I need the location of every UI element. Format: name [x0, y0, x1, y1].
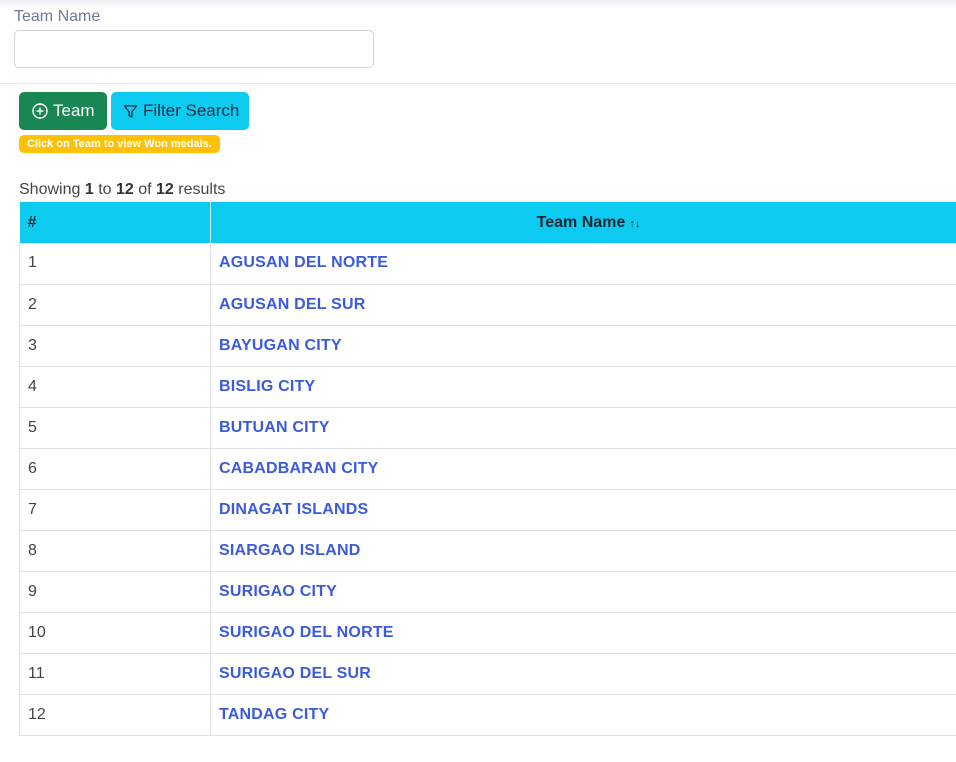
summary-prefix: Showing	[19, 181, 81, 198]
table-row: 9 SURIGAO CITY	[19, 571, 956, 613]
row-team-cell: CABADBARAN CITY	[210, 448, 956, 490]
row-number: 11	[19, 653, 211, 695]
sort-icon[interactable]: ↑↓	[629, 218, 640, 230]
summary-of-word: of	[138, 181, 152, 198]
row-number: 1	[19, 243, 211, 285]
team-name-label: Team Name	[14, 8, 101, 25]
team-link[interactable]: BISLIG CITY	[219, 378, 315, 395]
row-team-cell: DINAGAT ISLANDS	[210, 489, 956, 531]
team-link[interactable]: BAYUGAN CITY	[219, 337, 342, 354]
team-name-input[interactable]	[14, 30, 374, 68]
summary-suffix: results	[178, 181, 226, 198]
column-header-team-name-label: Team Name	[536, 213, 626, 231]
column-header-number-label: #	[27, 213, 37, 231]
row-number: 2	[19, 284, 211, 326]
teams-table: # Team Name ↑↓ 1 AGUSAN DEL NORTE 2 AGUSAN D…	[19, 202, 956, 736]
summary-from: 1	[84, 181, 94, 198]
table-row: 8 SIARGAO ISLAND	[19, 530, 956, 572]
row-number: 3	[19, 325, 211, 367]
table-header-row: # Team Name ↑↓	[19, 202, 956, 243]
summary-total: 12	[156, 181, 174, 198]
add-team-button[interactable]: Team	[19, 92, 107, 130]
divider	[0, 83, 956, 84]
team-link[interactable]: DINAGAT ISLANDS	[219, 501, 368, 518]
row-number: 10	[19, 612, 211, 654]
column-header-number[interactable]: #	[19, 202, 211, 243]
table-row: 5 BUTUAN CITY	[19, 407, 956, 449]
team-link[interactable]: AGUSAN DEL SUR	[219, 296, 366, 313]
row-team-cell: BAYUGAN CITY	[210, 325, 956, 367]
column-header-team-name[interactable]: Team Name ↑↓	[210, 202, 956, 243]
row-number: 12	[19, 694, 211, 736]
summary-to: 12	[115, 181, 134, 198]
table-row: 4 BISLIG CITY	[19, 366, 956, 408]
summary-to-word: to	[98, 181, 112, 198]
top-shadow	[0, 0, 956, 8]
row-team-cell: TANDAG CITY	[210, 694, 956, 736]
row-team-cell: AGUSAN DEL NORTE	[210, 243, 956, 285]
row-number: 4	[19, 366, 211, 408]
team-link[interactable]: BUTUAN CITY	[219, 419, 330, 436]
row-team-cell: BISLIG CITY	[210, 366, 956, 408]
team-link[interactable]: SURIGAO DEL NORTE	[219, 624, 394, 641]
team-link[interactable]: CABADBARAN CITY	[219, 460, 378, 477]
table-row: 12 TANDAG CITY	[19, 694, 956, 736]
team-link[interactable]: SURIGAO DEL SUR	[219, 665, 371, 682]
funnel-icon	[123, 104, 138, 118]
table-row: 10 SURIGAO DEL NORTE	[19, 612, 956, 654]
team-link[interactable]: AGUSAN DEL NORTE	[219, 254, 388, 271]
filter-search-button-label: Filter Search	[143, 101, 240, 120]
row-number: 8	[19, 530, 211, 572]
row-number: 9	[19, 571, 211, 613]
row-team-cell: AGUSAN DEL SUR	[210, 284, 956, 326]
row-number: 5	[19, 407, 211, 449]
team-link[interactable]: SIARGAO ISLAND	[219, 542, 360, 559]
row-team-cell: SIARGAO ISLAND	[210, 530, 956, 572]
table-row: 7 DINAGAT ISLANDS	[19, 489, 956, 531]
team-link[interactable]: SURIGAO CITY	[219, 583, 337, 600]
row-team-cell: SURIGAO CITY	[210, 571, 956, 613]
table-row: 11 SURIGAO DEL SUR	[19, 653, 956, 695]
plus-circle-icon	[32, 103, 48, 119]
table-row: 1 AGUSAN DEL NORTE	[19, 243, 956, 285]
table-row: 3 BAYUGAN CITY	[19, 325, 956, 367]
row-team-cell: SURIGAO DEL NORTE	[210, 612, 956, 654]
row-team-cell: BUTUAN CITY	[210, 407, 956, 449]
row-number: 6	[19, 448, 211, 490]
team-link[interactable]: TANDAG CITY	[219, 706, 329, 723]
row-team-cell: SURIGAO DEL SUR	[210, 653, 956, 695]
add-team-button-label: Team	[53, 101, 95, 120]
table-row: 2 AGUSAN DEL SUR	[19, 284, 956, 326]
table-row: 6 CABADBARAN CITY	[19, 448, 956, 490]
results-summary: Showing 1 to 12 of 12 results	[19, 181, 225, 199]
filter-search-button[interactable]: Filter Search	[111, 92, 249, 130]
hint-badge: Click on Team to view Won medals.	[19, 135, 220, 153]
row-number: 7	[19, 489, 211, 531]
